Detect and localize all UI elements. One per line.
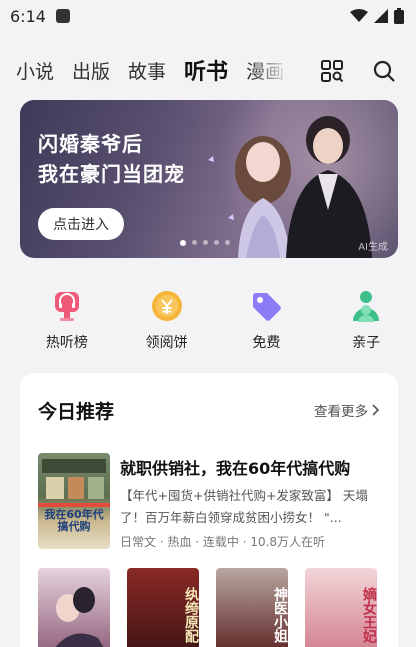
cover-title: 神医小姐 [272,587,288,643]
status-bar: 6:14 [0,0,416,32]
entry-hot-listen[interactable]: 热听榜 [17,288,117,358]
see-more-link[interactable]: 查看更多 [314,400,380,420]
tab-publishing[interactable]: 出版 [72,57,110,84]
category-tabs: 小说 出版 故事 听书 漫画 [0,54,290,86]
top-nav: 小说 出版 故事 听书 漫画 [0,48,416,92]
chevron-right-icon [372,404,380,416]
ai-generated-mark: AI生成 [358,242,388,253]
card-header: 今日推荐 查看更多 [38,395,380,425]
book-meta: 日常文 · 热血 · 连载中 · 10.8万人在听 [120,535,326,549]
entry-label: 免费 [252,335,281,351]
see-more-label: 查看更多 [314,404,368,420]
featured-book[interactable]: 我在60年代搞代购 就职供销社，我在60年代搞代购 【年代+囤货+供销社代购+发… [38,453,384,553]
search-icon[interactable] [372,59,396,83]
book-covers-row: 纨绔原配 神医小姐 嫡女王妃 [38,568,377,647]
entry-free[interactable]: 免费 [217,288,317,358]
cover-couple-art [55,587,104,647]
promo-banner[interactable]: 闪婚秦爷后 我在豪门当团宠 点击进入 AI生成 [20,100,398,258]
tab-comic[interactable]: 漫画 [246,57,284,84]
carousel-dots [180,239,230,246]
entry-parent-child[interactable]: 亲子 [316,288,416,358]
carousel-dot[interactable] [214,240,219,245]
entry-reading-cake[interactable]: 领阅饼 [117,288,217,358]
cover-title: 纨绔原配 [183,587,199,643]
entry-label: 领阅饼 [145,335,188,351]
tag-icon [253,293,282,321]
banner-title-line-1: 闪婚秦爷后 [38,132,143,156]
today-recommend-card: 今日推荐 查看更多 我在60年代搞代购 就职供销社，我在60年代搞代购 【年代+… [20,373,398,647]
carousel-dot[interactable] [192,240,197,245]
wifi-icon [350,9,368,22]
book-cover-item[interactable] [38,568,110,647]
tab-novel[interactable]: 小说 [16,57,54,84]
notification-app-icon [55,9,70,23]
book-cover-item[interactable]: 纨绔原配 [127,568,199,647]
cell-signal-icon [374,9,388,23]
headphones-trophy-icon [54,292,79,321]
cover-title: 我在60年代搞代购 [44,508,104,533]
book-cover-item[interactable]: 神医小姐 [216,568,288,647]
quick-entries: 热听榜 领阅饼 免费 亲子 [0,288,416,358]
banner-title-line-2: 我在豪门当团宠 [38,162,185,186]
book-cover: 我在60年代搞代购 [38,453,110,549]
carousel-dot[interactable] [180,239,186,246]
status-time: 6:14 [10,6,46,26]
section-title: 今日推荐 [38,400,115,423]
banner-couple-illustration [208,116,372,258]
book-description: 【年代+囤货+供销社代购+发家致富】 天塌了！百万年薪白领穿成贫困小捞女！ ".… [120,488,368,525]
carousel-dot[interactable] [203,240,208,245]
cover-title: 嫡女王妃 [361,587,377,643]
entry-label: 亲子 [352,335,381,351]
coin-icon [151,291,182,321]
carousel-dot[interactable] [225,240,230,245]
entry-label: 热听榜 [45,335,88,351]
tab-story[interactable]: 故事 [128,57,166,84]
book-title: 就职供销社，我在60年代搞代购 [120,459,351,478]
parent-child-icon [353,291,380,322]
banner-enter-button[interactable]: 点击进入 [38,208,124,240]
tab-audiobook[interactable]: 听书 [184,54,228,86]
grid-search-icon[interactable] [320,59,344,83]
cover-street-scene [38,459,110,507]
battery-icon [394,8,404,24]
book-cover-item[interactable]: 嫡女王妃 [305,568,377,647]
